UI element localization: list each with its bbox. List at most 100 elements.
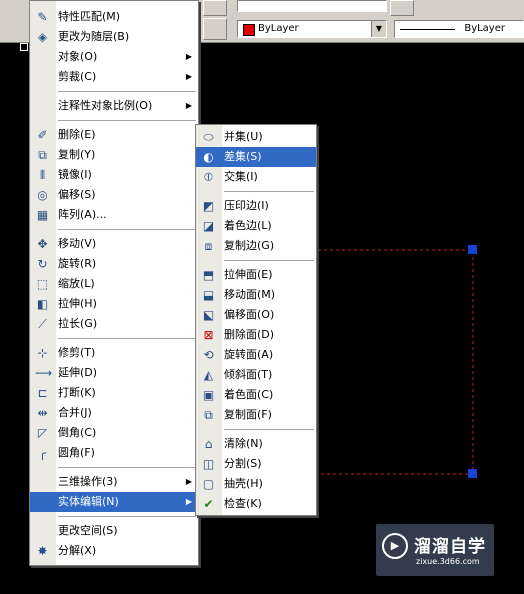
menu-item-extend[interactable]: ⟶ 延伸(D) xyxy=(30,363,198,383)
menu-item-color-faces[interactable]: ▣ 着色面(C) xyxy=(196,385,316,405)
taper-faces-icon: ◭ xyxy=(203,368,214,382)
menu-item-scale[interactable]: ⬚ 缩放(L) xyxy=(30,274,198,294)
menu-item-check[interactable]: ✔ 检查(K) xyxy=(196,494,316,514)
color-combo-value: ByLayer xyxy=(258,23,299,34)
menu-item-copy-faces[interactable]: ⧉ 复制面(F) xyxy=(196,405,316,425)
menu-item-imprint-edges[interactable]: ◩ 压印边(I) xyxy=(196,196,316,216)
clean-icon: ⌂ xyxy=(204,437,213,451)
linetype-line-preview xyxy=(400,29,455,30)
color-faces-icon: ▣ xyxy=(202,388,215,402)
grip-handle xyxy=(468,245,477,254)
menu-item-mirror[interactable]: ⫴ 镜像(I) xyxy=(30,165,198,185)
chamfer-icon: ◸ xyxy=(37,426,48,440)
menu-item-move-faces[interactable]: ⬓ 移动面(M) xyxy=(196,285,316,305)
delete-faces-icon: ⊠ xyxy=(203,328,214,342)
offset-icon: ◎ xyxy=(37,188,48,202)
menu-item-join[interactable]: ⇹ 合并(J) xyxy=(30,403,198,423)
toolbar-button[interactable] xyxy=(203,0,227,16)
menu-item-extrude-faces[interactable]: ⬒ 拉伸面(E) xyxy=(196,265,316,285)
menu-item-match-properties[interactable]: ✎ 特性匹配(M) xyxy=(30,7,198,27)
menu-separator xyxy=(224,429,314,430)
menu-item-clip[interactable]: 剪裁(C) ▶ xyxy=(30,67,198,87)
erase-icon: ✐ xyxy=(37,128,48,142)
check-icon: ✔ xyxy=(203,497,214,511)
trim-icon: ⊹ xyxy=(37,346,48,360)
set-bylayer-icon: ◈ xyxy=(37,30,48,44)
menu-separator xyxy=(58,338,196,339)
linetype-combo-value: ByLayer xyxy=(464,23,505,34)
menu-item-color-edges[interactable]: ◪ 着色边(L) xyxy=(196,216,316,236)
submenu-arrow-icon: ▶ xyxy=(185,497,192,506)
menu-item-rotate-faces[interactable]: ⟲ 旋转面(A) xyxy=(196,345,316,365)
menu-separator xyxy=(58,467,196,468)
menu-separator xyxy=(58,229,196,230)
extrude-faces-icon: ⬒ xyxy=(202,268,215,282)
menu-item-shell[interactable]: ▢ 抽壳(H) xyxy=(196,474,316,494)
menu-item-stretch[interactable]: ◧ 拉伸(H) xyxy=(30,294,198,314)
menu-item-union[interactable]: ⬭ 并集(U) xyxy=(196,127,316,147)
linetype-combo[interactable]: ByLayer xyxy=(394,20,524,38)
intersect-icon: ⦶ xyxy=(204,170,213,184)
fillet-icon: ╭ xyxy=(38,446,47,460)
menu-item-erase[interactable]: ✐ 删除(E) xyxy=(30,125,198,145)
color-combo[interactable]: ByLayer ▼ xyxy=(237,20,387,38)
layer-combo[interactable] xyxy=(237,0,387,12)
explode-icon: ✸ xyxy=(37,544,48,558)
subtract-icon: ◐ xyxy=(203,150,214,164)
menu-item-array[interactable]: ▦ 阵列(A)... xyxy=(30,205,198,225)
menu-item-separate[interactable]: ◫ 分割(S) xyxy=(196,454,316,474)
menu-item-3d-operations[interactable]: 三维操作(3) ▶ xyxy=(30,472,198,492)
menu-item-clean[interactable]: ⌂ 清除(N) xyxy=(196,434,316,454)
menu-item-copy[interactable]: ⧉ 复制(Y) xyxy=(30,145,198,165)
mirror-icon: ⫴ xyxy=(39,168,46,182)
menu-item-subtract[interactable]: ◐ 差集(S) xyxy=(196,147,316,167)
menu-separator xyxy=(58,120,196,121)
menu-item-taper-faces[interactable]: ◭ 倾斜面(T) xyxy=(196,365,316,385)
menu-item-intersect[interactable]: ⦶ 交集(I) xyxy=(196,167,316,187)
extend-icon: ⟶ xyxy=(35,366,53,380)
menu-item-delete-faces[interactable]: ⊠ 删除面(D) xyxy=(196,325,316,345)
watermark-url: zixue.3d66.com xyxy=(416,557,480,566)
move-faces-icon: ⬓ xyxy=(202,288,215,302)
menu-item-move[interactable]: ✥ 移动(V) xyxy=(30,234,198,254)
menu-separator xyxy=(58,516,196,517)
menu-item-annotative-scale[interactable]: 注释性对象比例(O) ▶ xyxy=(30,96,198,116)
menu-separator xyxy=(58,91,196,92)
copy-edges-icon: ⧈ xyxy=(204,239,213,253)
menu-item-set-bylayer[interactable]: ◈ 更改为随层(B) xyxy=(30,27,198,47)
menu-separator xyxy=(224,191,314,192)
menu-item-fillet[interactable]: ╭ 圆角(F) xyxy=(30,443,198,463)
menu-item-trim[interactable]: ⊹ 修剪(T) xyxy=(30,343,198,363)
menu-item-solid-editing[interactable]: 实体编辑(N) ▶ xyxy=(30,492,198,512)
menu-item-offset-faces[interactable]: ⬕ 偏移面(O) xyxy=(196,305,316,325)
chevron-down-icon[interactable]: ▼ xyxy=(371,21,386,37)
match-properties-icon: ✎ xyxy=(37,10,48,24)
menu-item-object[interactable]: 对象(O) ▶ xyxy=(30,47,198,67)
menu-separator xyxy=(224,260,314,261)
shell-icon: ▢ xyxy=(202,477,215,491)
menu-item-rotate[interactable]: ↻ 旋转(R) xyxy=(30,254,198,274)
imprint-edges-icon: ◩ xyxy=(202,199,215,213)
menu-item-copy-edges[interactable]: ⧈ 复制边(G) xyxy=(196,236,316,256)
menu-item-offset[interactable]: ◎ 偏移(S) xyxy=(30,185,198,205)
layer-color-swatch xyxy=(243,24,255,36)
menu-item-explode[interactable]: ✸ 分解(X) xyxy=(30,541,198,561)
modify-menu: ✎ 特性匹配(M) ◈ 更改为随层(B) 对象(O) ▶ 剪裁(C) ▶ 注释性对象比例… xyxy=(29,0,199,566)
lengthen-icon: ⟋ xyxy=(38,317,47,331)
union-icon: ⬭ xyxy=(203,130,214,144)
break-icon: ⊏ xyxy=(37,386,48,400)
rotate-faces-icon: ⟲ xyxy=(203,348,214,362)
menu-item-chamfer[interactable]: ◸ 倒角(C) xyxy=(30,423,198,443)
menu-item-break[interactable]: ⊏ 打断(K) xyxy=(30,383,198,403)
array-icon: ▦ xyxy=(36,208,49,222)
rotate-icon: ↻ xyxy=(37,257,48,271)
separate-icon: ◫ xyxy=(202,457,215,471)
submenu-arrow-icon: ▶ xyxy=(185,52,192,61)
layer-properties-button[interactable] xyxy=(203,18,227,40)
color-edges-icon: ◪ xyxy=(202,219,215,233)
submenu-arrow-icon: ▶ xyxy=(185,101,192,110)
menu-item-lengthen[interactable]: ⟋ 拉长(G) xyxy=(30,314,198,334)
menu-item-change-space[interactable]: 更改空间(S) xyxy=(30,521,198,541)
submenu-arrow-icon: ▶ xyxy=(185,72,192,81)
toolbar-button[interactable] xyxy=(390,0,414,16)
